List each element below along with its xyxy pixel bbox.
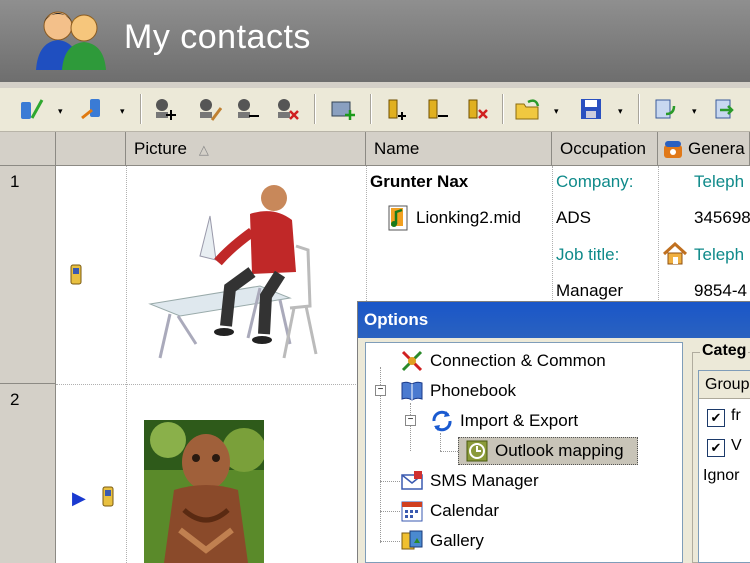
toolbar: ▾ ▾ ▾ ▾ ▾ [0,88,750,132]
mobile-phone-icon [102,486,114,507]
home-icon [662,242,688,265]
tree-item-gallery[interactable]: Gallery [430,531,484,551]
music-file-icon [388,205,408,231]
save-icon[interactable] [578,96,604,122]
contacts-grid: Picture △ Name Occupation Genera 1 2 Grun… [0,132,750,563]
phonebook-expander[interactable]: − [375,385,386,396]
job-title-value[interactable]: Manager [556,281,623,301]
import-export-arrows-icon [432,410,452,432]
contacts-app-icon [36,11,106,70]
home-phone-label: Teleph [694,245,745,264]
categories-column-header[interactable]: Group [699,371,750,399]
column-header-general[interactable]: Genera [658,132,750,166]
grid-line [658,166,659,306]
title-bar: My contacts [0,0,750,82]
calendar-icon [401,501,423,522]
tree-connector [410,403,411,451]
column-header-status[interactable] [56,132,126,166]
add-contact-icon[interactable] [152,96,178,122]
phone-label: Teleph [694,172,745,191]
home-phone-value[interactable]: 9854-4 [694,281,747,301]
save-dropdown[interactable]: ▾ [618,106,623,117]
categories-panel: Categ Group ✔ fr ✔ V Ignor [688,342,750,563]
column-header-name[interactable]: Name [366,132,552,166]
general-header-label: Genera [688,139,745,158]
connection-plug-icon [401,350,423,372]
tree-connector [380,541,400,542]
row-header-2[interactable]: 2 [0,384,56,563]
categories-list: Group ✔ fr ✔ V Ignor [698,370,750,563]
outlook-mapping-icon [466,440,488,462]
contact-photo-figure [144,420,264,563]
remove-contact-icon[interactable] [234,96,260,122]
categories-group-label: Categ [700,342,749,360]
row-number: 2 [10,390,20,409]
sort-ascending-icon: △ [198,142,209,157]
import-export-expander[interactable]: − [405,415,416,426]
tree-item-calendar[interactable]: Calendar [430,501,499,521]
delete-contact-icon[interactable] [274,96,300,122]
grid-line [552,166,553,306]
column-header-occupation[interactable]: Occupation [552,132,658,166]
picture-header-label: Picture [134,139,187,158]
app-title: My contacts [124,18,311,56]
category-label-1: fr [731,407,741,424]
telephone-icon [664,140,682,158]
add-field-icon[interactable] [384,96,410,122]
ringtone-attachment[interactable]: Lionking2.mid [416,208,521,228]
edit-contact-icon[interactable] [196,96,222,122]
options-tree: Connection & Common − Phonebook − Import… [365,342,683,563]
current-row-marker: ▶ [72,488,86,508]
tree-connector [440,451,460,452]
sync-phone-dropdown[interactable]: ▾ [692,106,697,117]
phone-value[interactable]: 345698 [694,208,750,228]
tree-connector [380,511,400,512]
phone-signal-dropdown[interactable]: ▾ [58,106,63,117]
phone-connect-icon[interactable] [80,96,106,122]
open-folder-icon[interactable] [514,96,540,122]
grid-line [56,384,358,385]
mobile-phone-icon [70,264,82,285]
contact-photo-man-at-desk [148,185,318,359]
row-number: 1 [10,172,20,191]
toolbar-separator [370,94,372,124]
company-label: Company: [556,172,634,191]
phone-signal-icon[interactable] [18,96,44,122]
options-dialog-title: Options [358,302,750,338]
toolbar-separator [638,94,640,124]
tree-connector [440,433,441,451]
sync-phone-icon[interactable] [652,96,678,122]
tree-connector [380,481,400,482]
add-group-icon[interactable] [330,96,356,122]
options-dialog: Options Connection & Common − Phonebook … [358,302,750,563]
toolbar-separator [140,94,142,124]
column-header-picture[interactable]: Picture △ [126,132,366,166]
ignore-label: Ignor [703,467,740,484]
tree-item-phonebook[interactable]: Phonebook [430,381,516,401]
tree-item-import-export[interactable]: Import & Export [460,411,578,431]
sms-envelope-icon [401,471,423,490]
toolbar-separator [502,94,504,124]
tree-item-connection[interactable]: Connection & Common [430,351,606,371]
row-number-header [0,132,56,166]
tree-item-outlook-mapping: Outlook mapping [495,441,624,460]
sync-computer-icon[interactable] [712,96,738,122]
company-value[interactable]: ADS [556,208,591,228]
phone-connect-dropdown[interactable]: ▾ [120,106,125,117]
toolbar-separator [314,94,316,124]
remove-field-icon[interactable] [424,96,450,122]
category-checkbox-1[interactable]: ✔ [707,409,725,427]
job-title-label: Job title: [556,245,620,264]
phonebook-icon [401,381,423,401]
open-dropdown[interactable]: ▾ [554,106,559,117]
tree-item-sms-manager[interactable]: SMS Manager [430,471,539,491]
row-header-1[interactable]: 1 [0,166,56,384]
tree-item-outlook-mapping-highlight[interactable]: Outlook mapping [458,437,638,465]
category-label-2: V [731,437,742,454]
category-checkbox-2[interactable]: ✔ [707,439,725,457]
delete-field-icon[interactable] [464,96,490,122]
contact-name[interactable]: Grunter Nax [370,172,468,192]
grid-line [126,166,127,563]
gallery-icon [401,530,423,550]
